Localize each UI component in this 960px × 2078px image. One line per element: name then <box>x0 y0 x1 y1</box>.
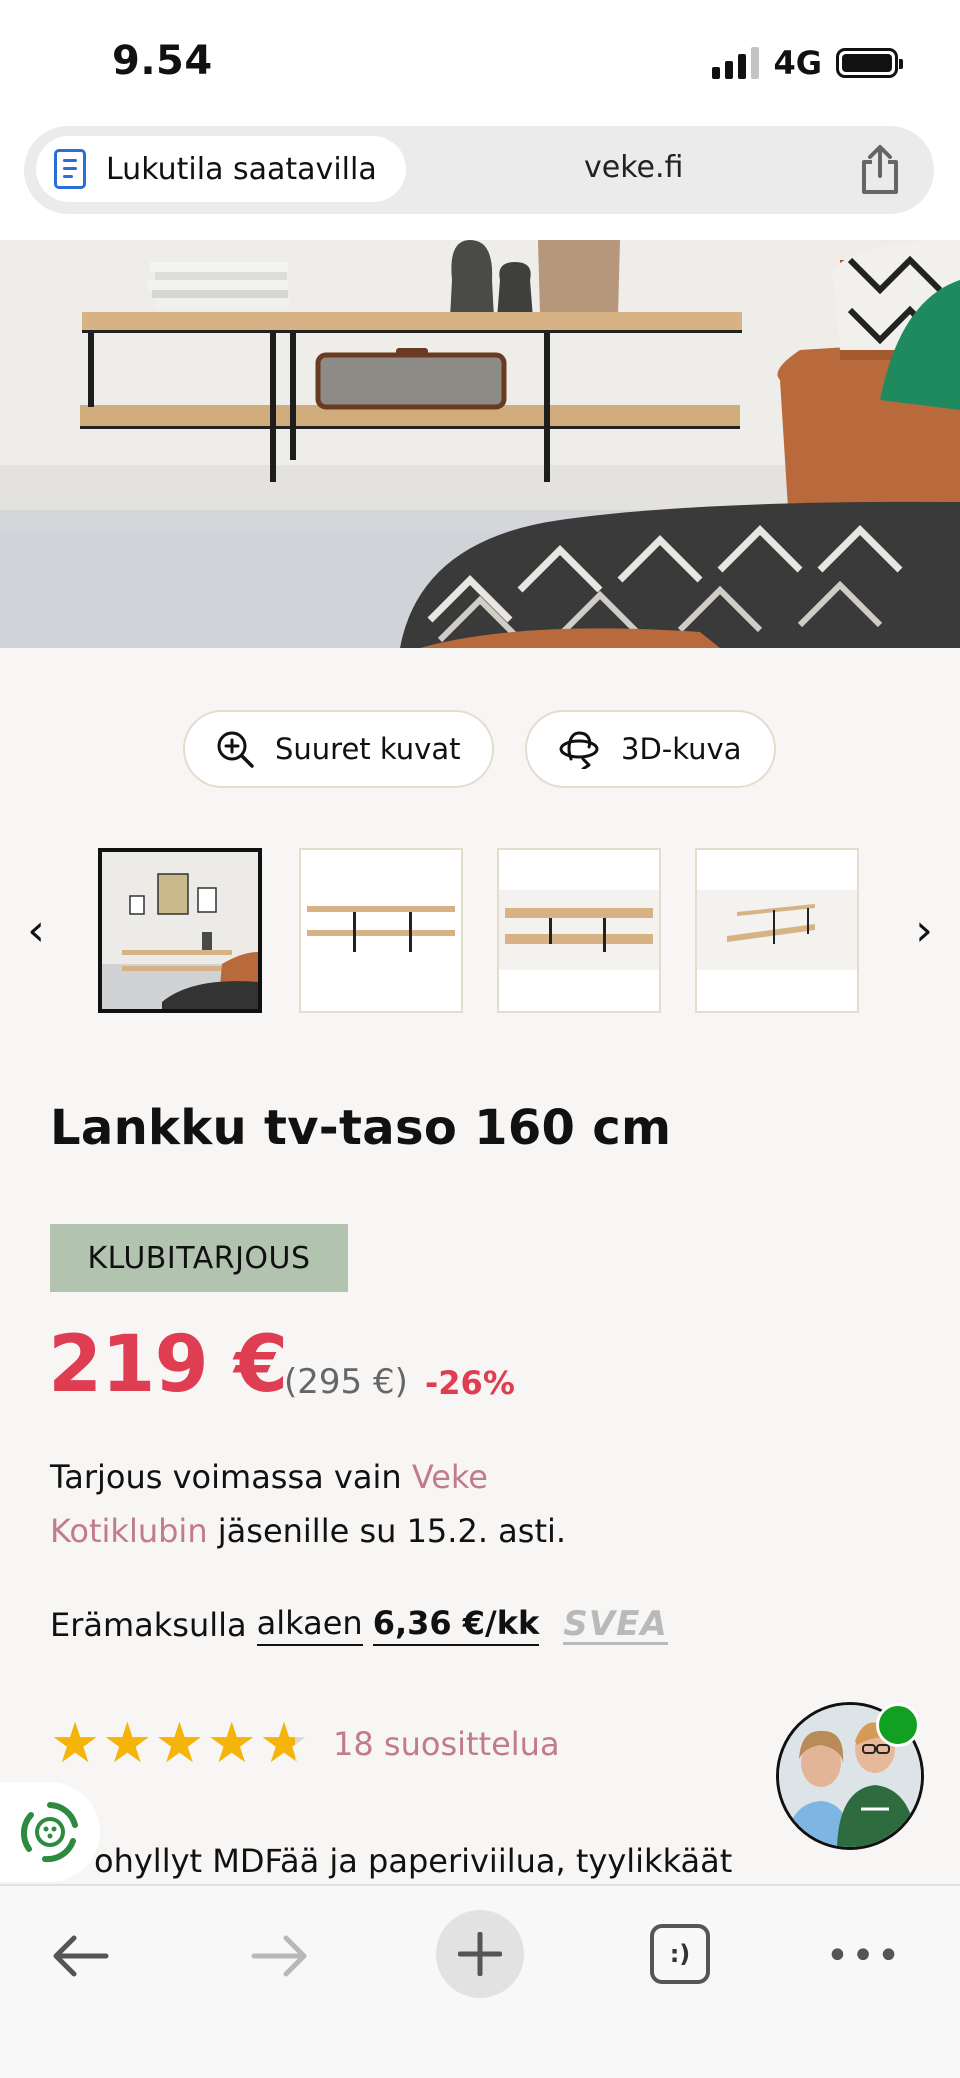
3d-view-button[interactable]: 3D-kuva <box>525 710 776 788</box>
signal-icon <box>712 47 760 79</box>
product-title: Lankku tv-taso 160 cm <box>50 1100 672 1156</box>
rotate-3d-icon <box>559 731 599 769</box>
reader-mode-label: Lukutila saatavilla <box>106 151 377 187</box>
thumbnail-3[interactable] <box>497 848 661 1013</box>
thumbnail-4[interactable] <box>695 848 859 1013</box>
url-domain[interactable]: veke.fi <box>584 150 683 185</box>
club-offer-badge: KLUBITARJOUS <box>50 1224 348 1292</box>
battery-icon <box>836 48 903 78</box>
online-status-indicator <box>876 1703 920 1747</box>
forward-button[interactable] <box>248 1924 312 1988</box>
zoom-in-icon <box>217 731 254 768</box>
product-hero-image[interactable] <box>0 240 960 648</box>
rating-stars: ★ ★ ★ ★ ★ <box>50 1716 309 1772</box>
gallery-next-button[interactable]: › <box>904 905 944 956</box>
status-time: 9.54 <box>112 38 213 84</box>
thumbnail-1[interactable] <box>98 848 262 1013</box>
star-partial-icon: ★ <box>258 1711 310 1776</box>
arrow-right-icon <box>251 1935 307 1977</box>
tabs-button[interactable]: :) <box>650 1924 710 1984</box>
status-indicators: 4G <box>712 44 903 82</box>
eco-recycle-icon[interactable] <box>0 1782 100 1882</box>
large-images-button[interactable]: Suuret kuvat <box>183 710 494 788</box>
offer-suffix: jäsenille su 15.2. asti. <box>207 1512 567 1550</box>
reader-mode-button[interactable]: Lukutila saatavilla <box>36 136 406 202</box>
share-icon[interactable] <box>856 144 904 196</box>
product-rating[interactable]: ★ ★ ★ ★ ★ 18 suosittelua <box>50 1716 560 1772</box>
large-images-label: Suuret kuvat <box>275 732 461 766</box>
address-bar[interactable]: Lukutila saatavilla veke.fi <box>24 126 934 214</box>
network-type: 4G <box>773 44 822 82</box>
more-menu-button[interactable]: ••• <box>826 1924 901 1988</box>
arrow-left-icon <box>53 1935 109 1977</box>
installment-prefix: Erämaksulla <box>50 1606 247 1644</box>
installment-link[interactable]: alkaen <box>256 1604 363 1646</box>
thumbnail-2[interactable] <box>299 848 463 1013</box>
3d-view-label: 3D-kuva <box>621 732 742 766</box>
star-icon: ★ <box>206 1711 257 1776</box>
discount-percent: -26% <box>425 1364 515 1402</box>
star-icon: ★ <box>154 1711 205 1776</box>
review-count[interactable]: 18 suosittelua <box>333 1725 560 1763</box>
product-description: ohyllyt MDFää ja paperiviilua, tyylikkää… <box>94 1842 733 1880</box>
svea-logo: SVEA <box>563 1603 668 1645</box>
status-bar: 9.54 4G <box>0 0 960 120</box>
star-icon: ★ <box>102 1711 153 1776</box>
installment-info: Erämaksulla alkaen 6,36 €/kk SVEA <box>50 1604 668 1646</box>
browser-address-area: Lukutila saatavilla veke.fi <box>0 120 960 240</box>
current-price: 219 € <box>48 1320 288 1410</box>
new-tab-button[interactable] <box>436 1910 524 1998</box>
browser-toolbar: :) ••• <box>0 1884 960 2078</box>
gallery-prev-button[interactable]: ‹ <box>16 905 56 956</box>
offer-prefix: Tarjous voimassa vain <box>50 1458 412 1496</box>
plus-icon <box>458 1932 502 1976</box>
reader-mode-icon <box>54 149 86 189</box>
back-button[interactable] <box>48 1924 112 1988</box>
original-price: (295 €) <box>284 1362 408 1402</box>
offer-text: Tarjous voimassa vain Veke Kotiklubin jä… <box>50 1450 610 1558</box>
star-icon: ★ <box>50 1711 101 1776</box>
installment-amount[interactable]: 6,36 €/kk <box>372 1604 540 1646</box>
